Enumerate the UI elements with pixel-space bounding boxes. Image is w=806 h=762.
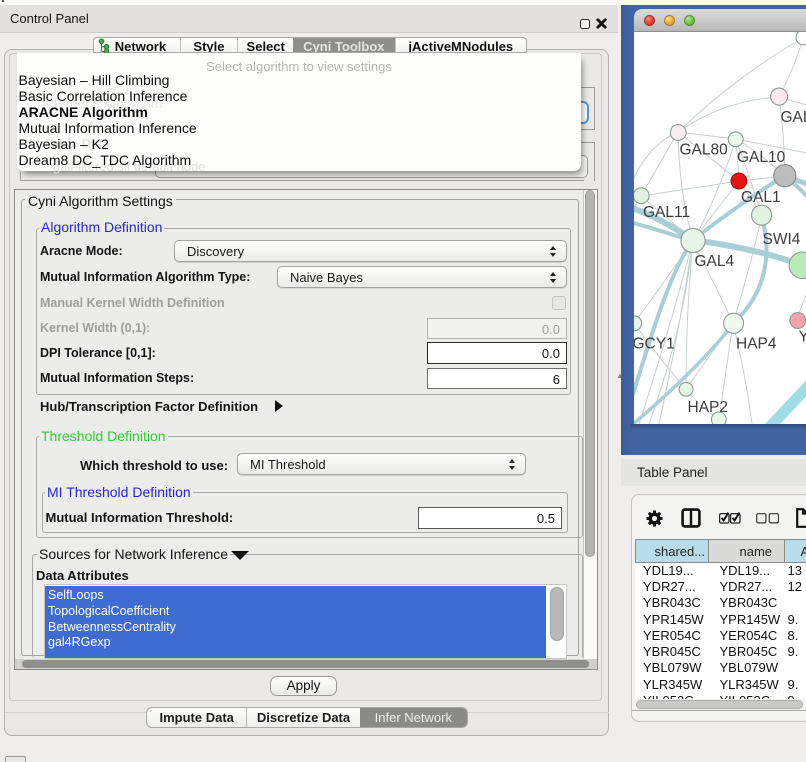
svg-text:Y: Y [799, 329, 806, 346]
svg-text:SWI4: SWI4 [763, 231, 801, 248]
svg-text:HAP2: HAP2 [688, 399, 729, 416]
svg-text:GAL10: GAL10 [737, 149, 786, 166]
svg-text:GCY1: GCY1 [634, 336, 675, 353]
svg-text:GAL1: GAL1 [741, 189, 781, 206]
svg-text:GAL11: GAL11 [643, 204, 690, 221]
svg-text:GAL: GAL [781, 109, 806, 126]
svg-text:GAL4: GAL4 [695, 253, 735, 270]
svg-text:HAP4: HAP4 [736, 336, 777, 353]
svg-text:GAL80: GAL80 [680, 142, 729, 159]
